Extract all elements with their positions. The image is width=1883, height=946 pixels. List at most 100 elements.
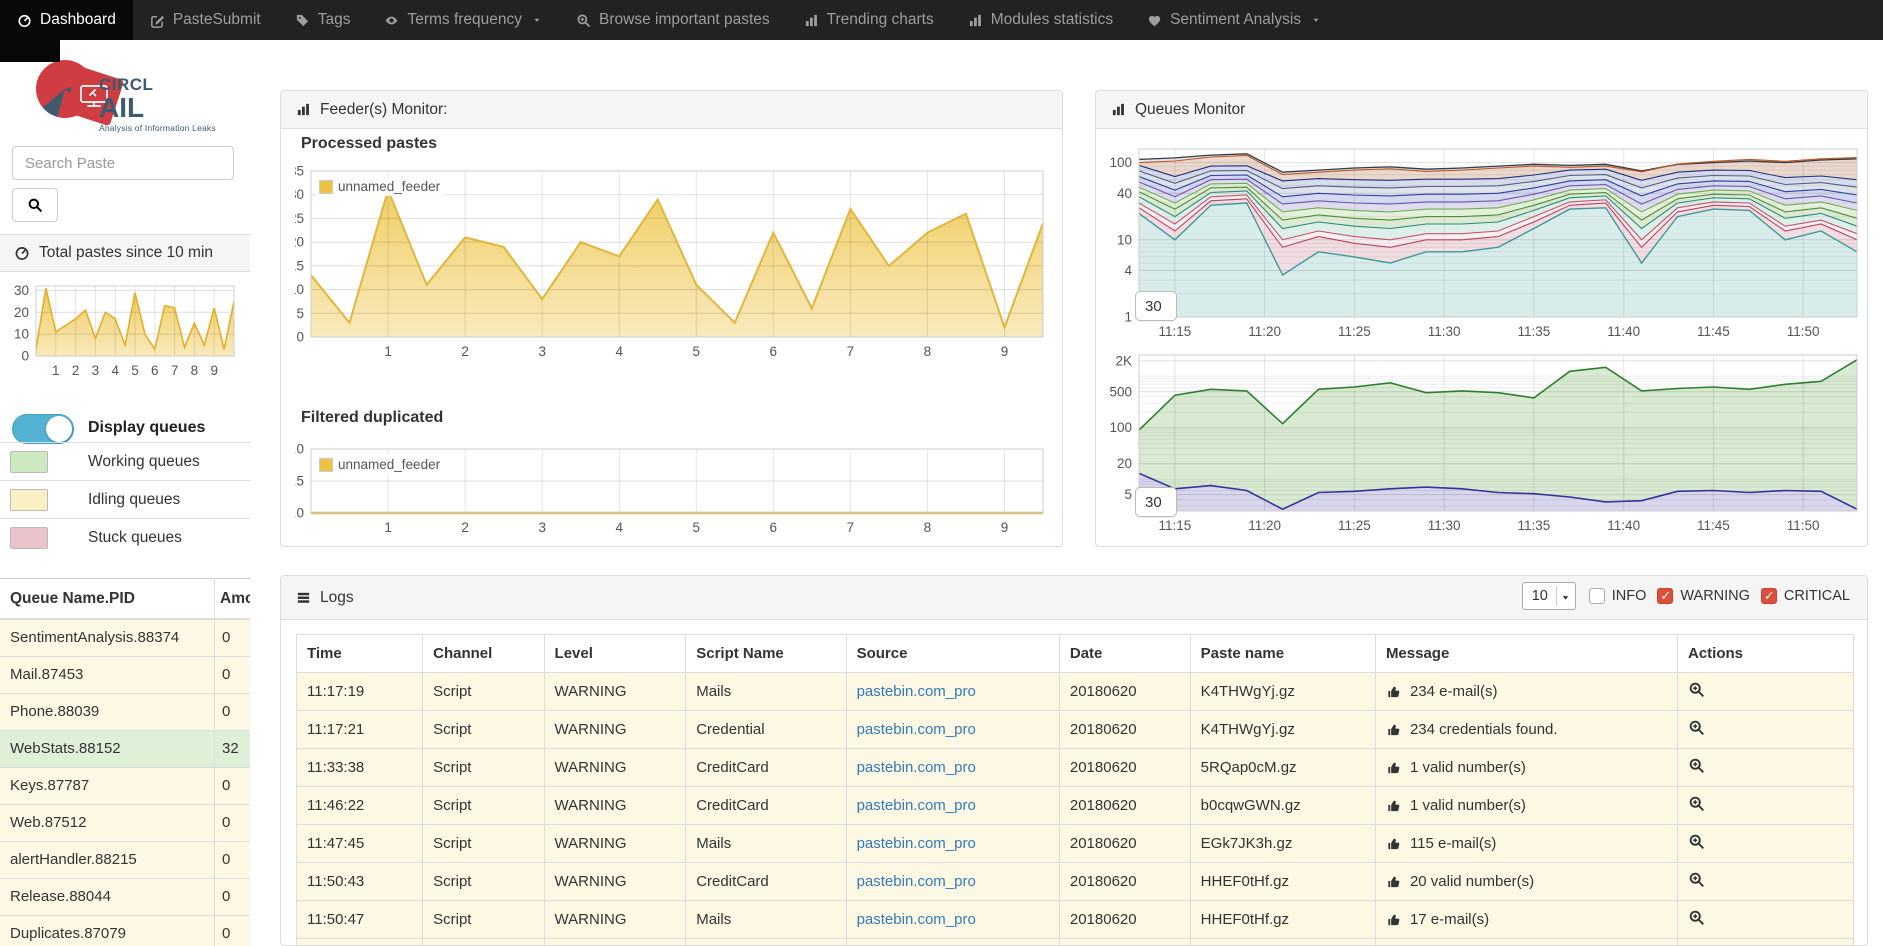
svg-text:11:45: 11:45 <box>1697 324 1730 339</box>
log-source-link[interactable]: pastebin.com_pro <box>857 835 976 852</box>
log-source-link[interactable]: pastebin.com_pro <box>857 721 976 738</box>
log-date: 20180620 <box>1059 787 1190 825</box>
queue-row: Keys.877870 <box>0 768 250 805</box>
log-date: 20180620 <box>1059 749 1190 787</box>
queue-name: Web.87512 <box>10 814 86 831</box>
filtered-duplicated-title: Filtered duplicated <box>301 409 443 427</box>
nav-sentiment-analysis[interactable]: Sentiment Analysis <box>1130 0 1338 40</box>
logs-table: Time Channel Level Script Name Source Da… <box>296 634 1854 946</box>
log-source-link[interactable]: pastebin.com_pro <box>857 683 976 700</box>
col-header-level: Level <box>544 635 686 673</box>
critical-checkbox[interactable] <box>1761 588 1777 604</box>
svg-text:2: 2 <box>461 344 469 359</box>
nav-trending-charts[interactable]: Trending charts <box>787 0 951 40</box>
log-source-link[interactable]: pastebin.com_pro <box>857 759 976 776</box>
inspect-paste-icon[interactable] <box>1688 719 1705 736</box>
nav-browse-important-pastes[interactable]: Browse important pastes <box>559 0 787 40</box>
svg-text:2: 2 <box>72 363 80 378</box>
queue-row: Duplicates.870790 <box>0 916 250 946</box>
svg-text:11:35: 11:35 <box>1518 518 1551 533</box>
page-size-select[interactable]: 10 <box>1522 582 1576 610</box>
warning-label[interactable]: WARNING <box>1680 588 1750 604</box>
svg-text:8: 8 <box>191 363 199 378</box>
search-button[interactable] <box>12 188 58 222</box>
svg-text:8: 8 <box>924 520 932 535</box>
inspect-paste-icon[interactable] <box>1688 871 1705 888</box>
queue-amount: 0 <box>222 666 230 683</box>
tag-icon <box>295 13 310 28</box>
svg-text:10: 10 <box>295 282 304 297</box>
critical-label[interactable]: CRITICAL <box>1784 588 1850 604</box>
svg-text:0: 0 <box>21 349 29 364</box>
legend-series-label: unnamed_feeder <box>338 457 440 472</box>
thumbs-up-icon <box>1386 912 1401 927</box>
logs-panel-title: Logs <box>320 589 354 607</box>
svg-text:11:30: 11:30 <box>1428 324 1461 339</box>
queues-panel-title: Queues Monitor <box>1135 101 1245 119</box>
log-source-link[interactable]: pastebin.com_pro <box>857 797 976 814</box>
inspect-paste-icon[interactable] <box>1688 833 1705 850</box>
queue-name: alertHandler.88215 <box>10 851 137 868</box>
nav-pastesubmit[interactable]: PasteSubmit <box>133 0 278 40</box>
log-date: 20180620 <box>1059 673 1190 711</box>
queue-row: alertHandler.882150 <box>0 842 250 879</box>
svg-text:1: 1 <box>1124 310 1132 325</box>
log-script: Credential <box>686 711 846 749</box>
legend-label: Stuck queues <box>88 529 182 547</box>
log-script: CreditCard <box>686 939 846 946</box>
log-row: 11:17:21 Script WARNING Credential paste… <box>297 711 1854 749</box>
svg-text:9: 9 <box>1001 344 1009 359</box>
queue-row: Mail.874530 <box>0 657 250 694</box>
log-message: 234 credentials found. <box>1410 721 1558 738</box>
log-level: WARNING <box>544 901 686 939</box>
col-header-paste: Paste name <box>1190 635 1375 673</box>
chevron-down-icon <box>1311 15 1321 25</box>
inspect-paste-icon[interactable] <box>1688 909 1705 926</box>
nav-dashboard[interactable]: Dashboard <box>0 0 133 40</box>
range-minutes-input[interactable]: 30 <box>1135 487 1177 517</box>
log-level: WARNING <box>544 787 686 825</box>
svg-text:100: 100 <box>1109 155 1132 170</box>
log-row: 11:33:38 Script WARNING CreditCard paste… <box>297 749 1854 787</box>
ail-dashboard: Dashboard PasteSubmit Tags Terms frequen… <box>0 0 1883 946</box>
inspect-paste-icon[interactable] <box>1688 795 1705 812</box>
search-paste-input[interactable] <box>12 146 234 180</box>
queue-amount: 0 <box>222 925 230 942</box>
column-divider <box>214 578 215 946</box>
inspect-paste-icon[interactable] <box>1688 757 1705 774</box>
nav-tags[interactable]: Tags <box>278 0 368 40</box>
logo-tagline: Analysis of Information Leaks <box>99 124 216 133</box>
queue-amount: 0 <box>222 703 230 720</box>
info-label[interactable]: INFO <box>1612 588 1647 604</box>
warning-checkbox[interactable] <box>1657 588 1673 604</box>
col-header-date: Date <box>1059 635 1190 673</box>
svg-text:500: 500 <box>1109 384 1132 399</box>
queue-name: SentimentAnalysis.88374 <box>10 629 179 646</box>
nav-modules-statistics[interactable]: Modules statistics <box>951 0 1130 40</box>
nav-label: Browse important pastes <box>599 11 770 29</box>
nav-label: Terms frequency <box>407 11 522 29</box>
log-date: 20180620 <box>1059 939 1190 946</box>
info-checkbox[interactable] <box>1589 588 1605 604</box>
display-queues-label: Display queues <box>88 419 205 437</box>
svg-text:8: 8 <box>924 344 932 359</box>
svg-text:11:40: 11:40 <box>1607 518 1640 533</box>
log-row: 11:46:22 Script WARNING CreditCard paste… <box>297 787 1854 825</box>
list-icon <box>296 590 311 605</box>
log-time: 11:17:21 <box>297 711 423 749</box>
gauge-icon <box>14 245 30 261</box>
log-source-link[interactable]: pastebin.com_pro <box>857 873 976 890</box>
svg-text:11:40: 11:40 <box>1607 324 1640 339</box>
col-header-time: Time <box>297 635 423 673</box>
inspect-paste-icon[interactable] <box>1688 681 1705 698</box>
display-queues-toggle[interactable] <box>12 414 74 444</box>
nav-terms-frequency[interactable]: Terms frequency <box>367 0 559 40</box>
range-minutes-input[interactable]: 30 <box>1135 291 1177 321</box>
bar-chart-icon <box>296 102 311 117</box>
svg-text:20: 20 <box>295 235 304 250</box>
log-channel: Script <box>423 825 544 863</box>
total-pastes-sparkline: 0102030123456789 <box>0 280 250 380</box>
logs-panel-header: Logs 10 INFO WARNING CRITICAL <box>281 576 1867 620</box>
svg-text:0.5: 0.5 <box>295 474 304 489</box>
log-source-link[interactable]: pastebin.com_pro <box>857 911 976 928</box>
